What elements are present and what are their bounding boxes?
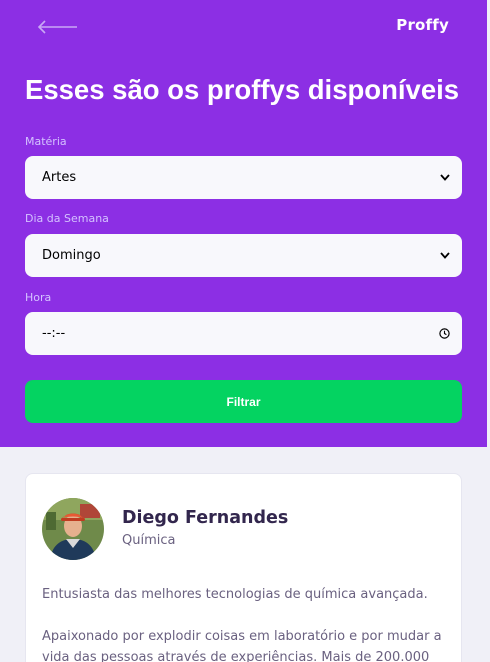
filter-button[interactable]: Filtrar — [25, 380, 462, 423]
weekday-select-value: Domingo — [42, 248, 101, 263]
time-input[interactable]: --:-- — [25, 312, 462, 355]
avatar — [42, 498, 104, 560]
page-title: Esses são os proffys disponíveis — [25, 74, 460, 105]
chevron-down-icon — [440, 252, 450, 259]
time-input-value: --:-- — [42, 326, 66, 341]
subject-label: Matéria — [25, 135, 67, 148]
weekday-label: Dia da Semana — [25, 212, 109, 225]
teacher-bio-intro: Entusiasta das melhores tecnologias de q… — [42, 587, 428, 602]
teacher-subject: Química — [122, 533, 176, 548]
time-label: Hora — [25, 291, 52, 304]
arrow-left-icon[interactable] — [36, 17, 80, 37]
clock-icon[interactable] — [439, 328, 450, 339]
top-bar: Proffy — [0, 0, 487, 52]
chevron-down-icon — [440, 174, 450, 181]
page-header: Proffy Esses são os proffys disponíveis … — [0, 0, 487, 447]
subject-select-value: Artes — [42, 170, 77, 185]
weekday-select[interactable]: Domingo — [25, 234, 462, 277]
teacher-name: Diego Fernandes — [122, 508, 289, 528]
teacher-bio-description: Apaixonado por explodir coisas em labora… — [42, 629, 442, 662]
app-logo: Proffy — [396, 16, 449, 34]
teacher-card: Diego Fernandes Química Entusiasta das m… — [25, 473, 462, 662]
subject-select[interactable]: Artes — [25, 156, 462, 199]
